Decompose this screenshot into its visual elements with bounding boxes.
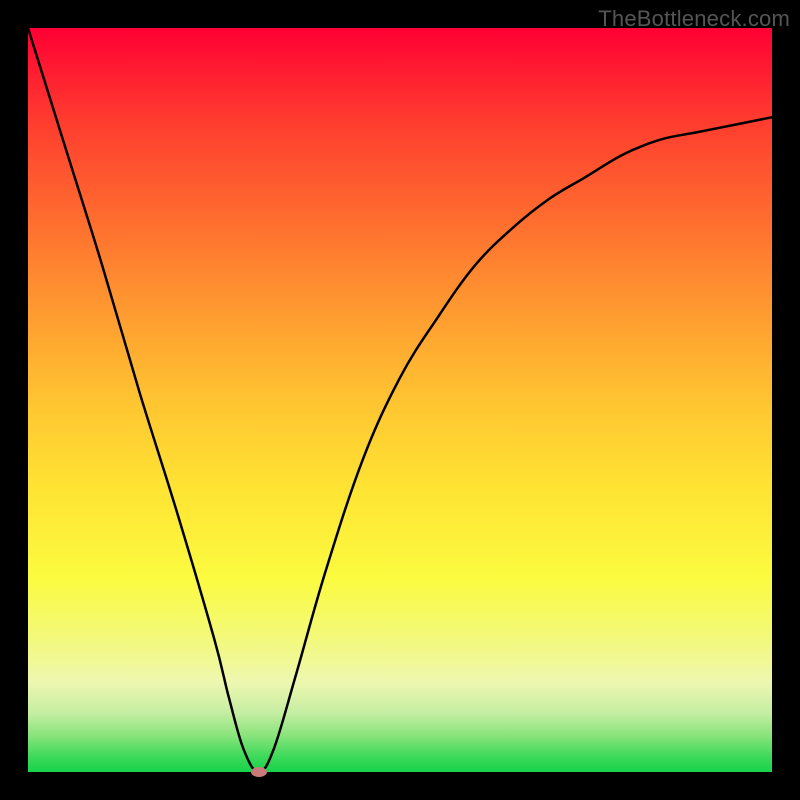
bottleneck-curve-path bbox=[28, 28, 772, 772]
plot-area bbox=[28, 28, 772, 772]
bottleneck-chart: TheBottleneck.com bbox=[0, 0, 800, 800]
optimum-marker bbox=[251, 767, 267, 777]
curve-svg bbox=[28, 28, 772, 772]
watermark-text: TheBottleneck.com bbox=[598, 6, 790, 32]
